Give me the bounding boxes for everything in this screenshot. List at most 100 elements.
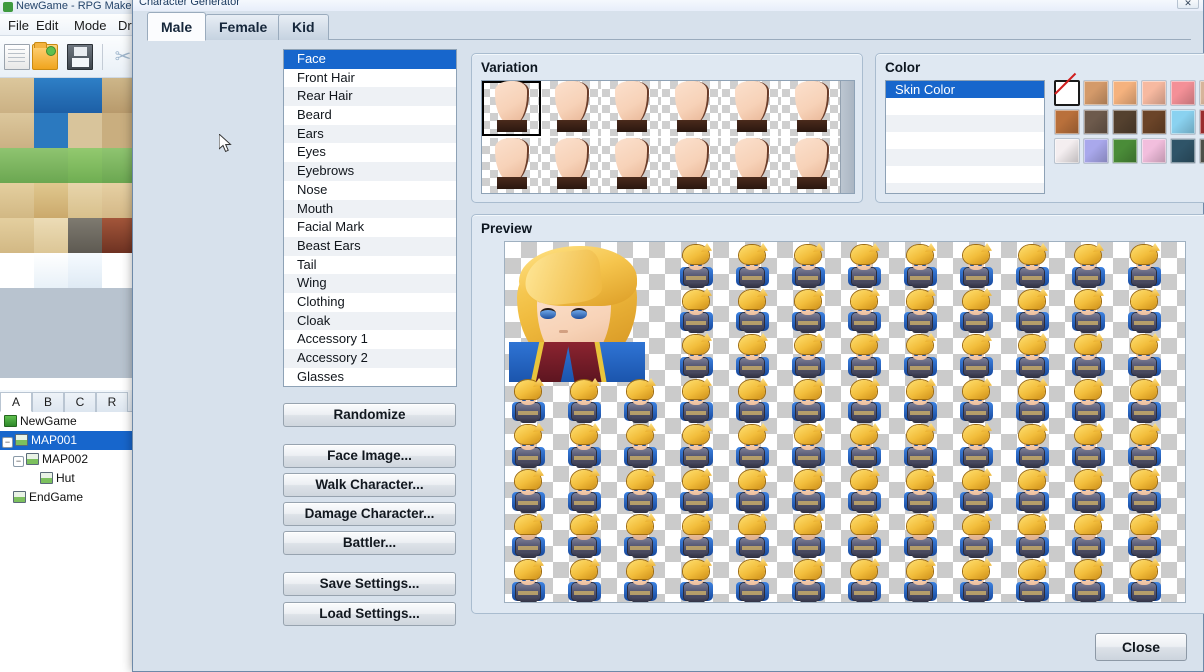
layer-tab-c[interactable]: C (64, 392, 96, 412)
walk-character-button[interactable]: Walk Character... (283, 473, 456, 497)
face-thumb-image (551, 138, 593, 193)
variation-thumbnail[interactable] (482, 81, 541, 136)
variation-thumbnail[interactable] (662, 81, 721, 136)
map-tree-item[interactable]: − MAP001 (0, 431, 135, 450)
menu-mode[interactable]: Mode (68, 17, 113, 34)
part-item-eyebrows[interactable]: Eyebrows (284, 162, 456, 181)
map-tree-item[interactable]: NewGame (0, 412, 135, 431)
part-item-glasses[interactable]: Glasses (284, 367, 456, 386)
part-item-front-hair[interactable]: Front Hair (284, 68, 456, 88)
map-tree-item[interactable]: − MAP002 (0, 450, 135, 469)
character-sprite (955, 423, 997, 468)
collapse-toggle-icon[interactable]: − (13, 456, 24, 467)
layer-tab-a[interactable]: A (0, 392, 32, 412)
layer-tab-b[interactable]: B (32, 392, 64, 412)
close-button[interactable]: Close (1095, 633, 1187, 661)
part-item-tail[interactable]: Tail (284, 255, 456, 275)
close-icon[interactable]: ✕ (1177, 0, 1199, 9)
part-item-clothing[interactable]: Clothing (284, 292, 456, 312)
part-item-mouth[interactable]: Mouth (284, 199, 456, 219)
variation-title: Variation (481, 60, 539, 75)
sprite-legs (1024, 417, 1041, 423)
sprite-belt (574, 501, 594, 505)
color-list-item[interactable] (886, 149, 1044, 166)
part-item-accessory-1[interactable]: Accessory 1 (284, 330, 456, 349)
color-swatch-tan-medium[interactable] (1083, 80, 1109, 106)
variation-thumbnail[interactable] (722, 138, 781, 193)
variation-thumbnail[interactable] (542, 81, 601, 136)
new-document-icon[interactable] (4, 44, 30, 70)
variation-thumbnail[interactable] (722, 81, 781, 136)
open-folder-icon[interactable] (32, 42, 58, 70)
color-swatch-white-pink[interactable] (1054, 138, 1080, 164)
part-item-wing[interactable]: Wing (284, 274, 456, 293)
color-swatch-peach[interactable] (1112, 80, 1138, 106)
color-swatch-light-pink[interactable] (1141, 138, 1167, 164)
color-swatch-pink[interactable] (1170, 80, 1196, 106)
menu-edit[interactable]: Edit (30, 17, 64, 34)
collapse-toggle-icon[interactable]: − (2, 437, 13, 448)
part-item-ears[interactable]: Ears (284, 124, 456, 144)
variation-thumbnail[interactable] (662, 138, 721, 193)
tileset-palette[interactable] (0, 78, 136, 378)
map-tree[interactable]: NewGame − MAP001 − MAP002 Hut EndGame (0, 412, 136, 672)
color-list-item[interactable] (886, 132, 1044, 149)
variation-thumbnail[interactable] (782, 81, 841, 136)
save-disk-icon[interactable] (67, 44, 93, 70)
tab-female[interactable]: Female (205, 14, 282, 40)
part-item-facial-mark[interactable]: Facial Mark (284, 218, 456, 237)
color-swatch-brown-orange[interactable] (1054, 109, 1080, 135)
part-item-beast-ears[interactable]: Beast Ears (284, 236, 456, 256)
part-item-beard[interactable]: Beard (284, 106, 456, 125)
preview-canvas[interactable] (504, 241, 1186, 603)
sprite-belt (742, 456, 762, 460)
color-list-item[interactable] (886, 115, 1044, 132)
sprite-belt (1078, 276, 1098, 280)
dialog-titlebar: Character Generator ✕ (133, 0, 1203, 11)
damage-character-button[interactable]: Damage Character... (283, 502, 456, 526)
color-swatch-slate-blue[interactable] (1170, 138, 1196, 164)
color-swatch-gray-brown[interactable] (1083, 109, 1109, 135)
color-swatch-dark-red[interactable] (1199, 109, 1204, 135)
part-list[interactable]: Face Front Hair Rear Hair Beard Ears Eye… (283, 49, 457, 387)
color-swatch-periwinkle[interactable] (1083, 138, 1109, 164)
map-tree-item[interactable]: EndGame (0, 488, 135, 507)
variation-scrollbar[interactable] (840, 81, 854, 193)
variation-thumbnail[interactable] (602, 138, 661, 193)
color-swatch-light-peach[interactable] (1141, 80, 1167, 106)
part-item-cloak[interactable]: Cloak (284, 311, 456, 331)
load-settings-button[interactable]: Load Settings... (283, 602, 456, 626)
color-swatch-dark-gray[interactable] (1199, 138, 1204, 164)
part-item-rear-hair[interactable]: Rear Hair (284, 87, 456, 107)
variation-thumbnail[interactable] (782, 138, 841, 193)
variation-thumbnail[interactable] (482, 138, 541, 193)
battler-button[interactable]: Battler... (283, 531, 456, 555)
variation-thumbnail[interactable] (542, 138, 601, 193)
color-swatch-green[interactable] (1112, 138, 1138, 164)
layer-tab-r[interactable]: R (96, 392, 128, 412)
part-item-face[interactable]: Face (284, 50, 456, 69)
tab-kid[interactable]: Kid (278, 14, 329, 40)
color-swatch-sky-blue[interactable] (1170, 109, 1196, 135)
color-swatch-beige[interactable] (1199, 80, 1204, 106)
map-tree-item[interactable]: Hut (0, 469, 135, 488)
color-list-item[interactable] (886, 166, 1044, 183)
sprite-legs (1080, 282, 1097, 288)
face-image-button[interactable]: Face Image... (283, 444, 456, 468)
randomize-button[interactable]: Randomize (283, 403, 456, 427)
part-item-accessory-2[interactable]: Accessory 2 (284, 349, 456, 368)
tab-male[interactable]: Male (147, 12, 207, 41)
color-list-item-skin-color[interactable]: Skin Color (886, 81, 1044, 98)
character-sprite (619, 423, 661, 468)
color-swatch-deep-brown[interactable] (1141, 109, 1167, 135)
variation-grid[interactable] (481, 80, 855, 194)
color-swatch-none[interactable] (1054, 80, 1080, 106)
color-list-item[interactable] (886, 183, 1044, 193)
part-item-nose[interactable]: Nose (284, 180, 456, 200)
color-list-item[interactable] (886, 98, 1044, 115)
variation-thumbnail[interactable] (602, 81, 661, 136)
color-list[interactable]: Skin Color (885, 80, 1045, 194)
part-item-eyes[interactable]: Eyes (284, 143, 456, 163)
color-swatch-dark-brown[interactable] (1112, 109, 1138, 135)
save-settings-button[interactable]: Save Settings... (283, 572, 456, 596)
